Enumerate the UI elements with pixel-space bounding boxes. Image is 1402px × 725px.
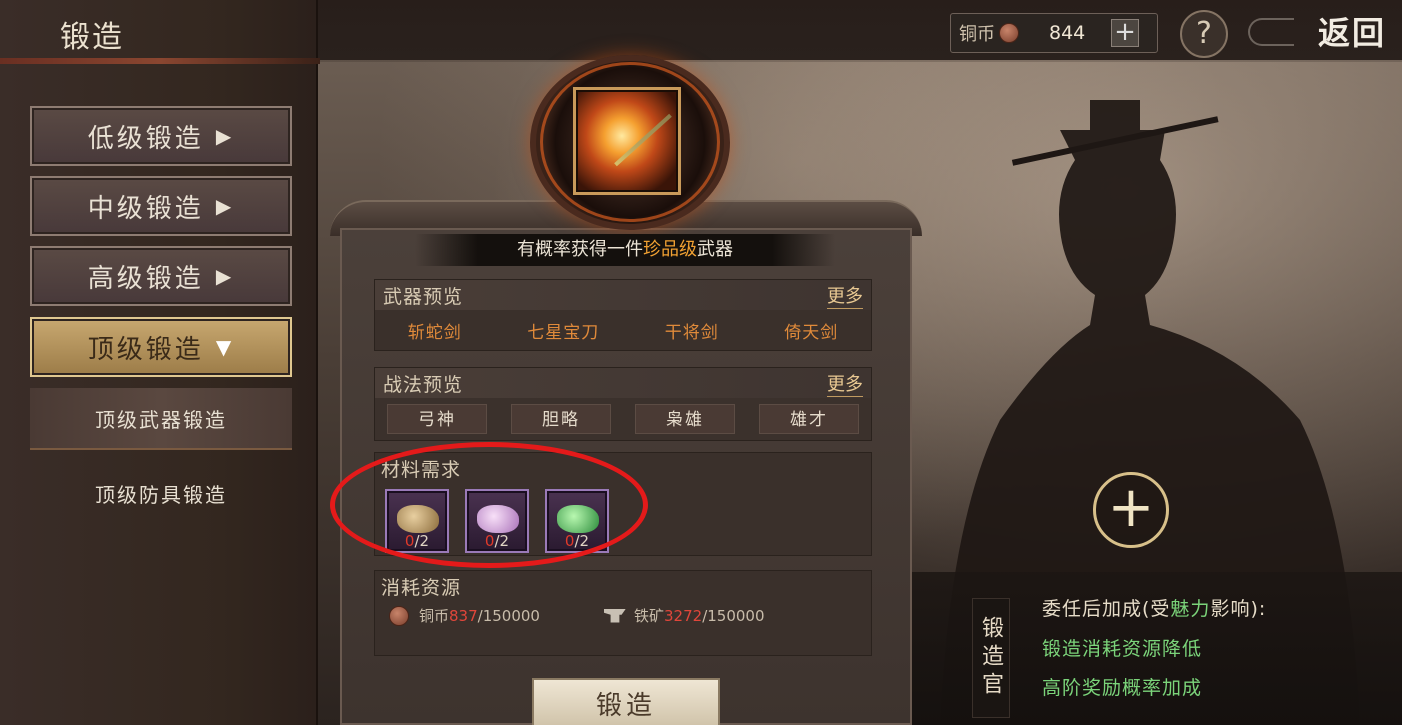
resources-row: 铜币 837 /150000 铁矿 3272 /150000 xyxy=(375,601,871,626)
heading-prefix: 委任后加成(受 xyxy=(1042,598,1171,620)
back-button[interactable]: 返回 xyxy=(1248,8,1396,54)
weapon-item[interactable]: 干将剑 xyxy=(665,318,719,343)
weapon-list: 斩蛇剑 七星宝刀 干将剑 倚天剑 xyxy=(375,310,871,350)
weapon-preview-header: 武器预览 更多 xyxy=(375,280,871,310)
weapon-item[interactable]: 倚天剑 xyxy=(784,318,838,343)
menu-low-forge[interactable]: 低级锻造 ▶ xyxy=(30,106,292,166)
arrow-right-icon: ▶ xyxy=(215,264,235,288)
resources-header: 消耗资源 xyxy=(375,571,871,601)
menu-label: 中级锻造 xyxy=(87,193,204,224)
forge-banner: 有概率获得一件珍品级武器 xyxy=(415,234,835,266)
tactic-preview-title: 战法预览 xyxy=(383,373,464,396)
heading-suffix: 影响): xyxy=(1210,598,1267,620)
heading-highlight: 魅力 xyxy=(1170,598,1211,620)
copper-coin-icon xyxy=(389,605,409,626)
forge-official-tag: 锻造官 xyxy=(972,598,1010,718)
official-bonus-1: 锻造消耗资源降低 xyxy=(1042,638,1203,660)
back-label: 返回 xyxy=(1317,14,1386,52)
page-title: 锻造 xyxy=(60,20,124,55)
title-underline xyxy=(0,58,320,64)
menu-label: 顶级锻造 xyxy=(87,334,204,365)
tactic-preview-section: 战法预览 更多 弓神 胆略 枭雄 雄才 xyxy=(374,367,872,441)
help-button[interactable]: ? xyxy=(1180,10,1228,58)
resources-section: 消耗资源 铜币 837 /150000 铁矿 3272 /150000 xyxy=(374,570,872,656)
anvil-icon xyxy=(603,608,626,623)
menu-top-forge[interactable]: 顶级锻造 ▼ xyxy=(30,317,292,377)
annotation-red-circle xyxy=(330,442,648,568)
menu-mid-forge[interactable]: 中级锻造 ▶ xyxy=(30,176,292,236)
sword-icon xyxy=(614,113,672,167)
banner-highlight: 珍品级 xyxy=(643,239,697,260)
add-currency-button[interactable]: + xyxy=(1111,19,1139,47)
banner-prefix: 有概率获得一件 xyxy=(517,239,643,260)
tactic-preview-header: 战法预览 更多 xyxy=(375,368,871,398)
menu-high-forge[interactable]: 高级锻造 ▶ xyxy=(30,246,292,306)
arrow-right-icon: ▶ xyxy=(215,124,235,148)
resource-label: 铜币 xyxy=(419,607,450,625)
resource-label: 铁矿 xyxy=(633,607,664,625)
tactic-more-link[interactable]: 更多 xyxy=(827,370,863,397)
forge-button[interactable]: 锻造 xyxy=(532,678,720,725)
resource-need: /150000 xyxy=(702,606,765,625)
resource-have: 837 xyxy=(449,606,478,625)
weapon-item[interactable]: 斩蛇剑 xyxy=(408,318,462,343)
tactic-list: 弓神 胆略 枭雄 雄才 xyxy=(375,398,871,440)
menu-label: 低级锻造 xyxy=(87,123,204,154)
currency-display: 铜币 844 + xyxy=(950,13,1158,53)
tactic-item[interactable]: 枭雄 xyxy=(635,404,735,434)
back-arrow-icon xyxy=(1248,18,1294,46)
copper-coin-icon xyxy=(999,23,1019,43)
resources-title: 消耗资源 xyxy=(381,576,462,599)
resource-need: /150000 xyxy=(477,606,540,625)
official-bonus-2: 高阶奖励概率加成 xyxy=(1042,677,1203,699)
submenu-top-weapon-forge[interactable]: 顶级武器锻造 xyxy=(30,388,292,450)
tactic-item[interactable]: 胆略 xyxy=(511,404,611,434)
currency-amount: 844 xyxy=(1049,22,1086,44)
weapon-preview-icon[interactable] xyxy=(573,87,681,195)
arrow-right-icon: ▶ xyxy=(215,194,235,218)
weapon-preview-section: 武器预览 更多 斩蛇剑 七星宝刀 干将剑 倚天剑 xyxy=(374,279,872,351)
official-bonus-heading: 委任后加成(受魅力影响): xyxy=(1042,594,1266,621)
currency-label: 铜币 xyxy=(959,24,995,45)
resource-have: 3272 xyxy=(664,606,703,625)
tactic-item[interactable]: 弓神 xyxy=(387,404,487,434)
arrow-down-icon: ▼ xyxy=(215,335,235,359)
weapon-item[interactable]: 七星宝刀 xyxy=(527,318,599,343)
submenu-top-armor-forge[interactable]: 顶级防具锻造 xyxy=(30,462,292,524)
weapon-preview-title: 武器预览 xyxy=(383,285,464,308)
appoint-official-button[interactable]: + xyxy=(1093,472,1169,548)
tactic-item[interactable]: 雄才 xyxy=(759,404,859,434)
weapon-more-link[interactable]: 更多 xyxy=(827,282,863,309)
banner-suffix: 武器 xyxy=(697,239,733,260)
menu-label: 高级锻造 xyxy=(87,263,204,294)
